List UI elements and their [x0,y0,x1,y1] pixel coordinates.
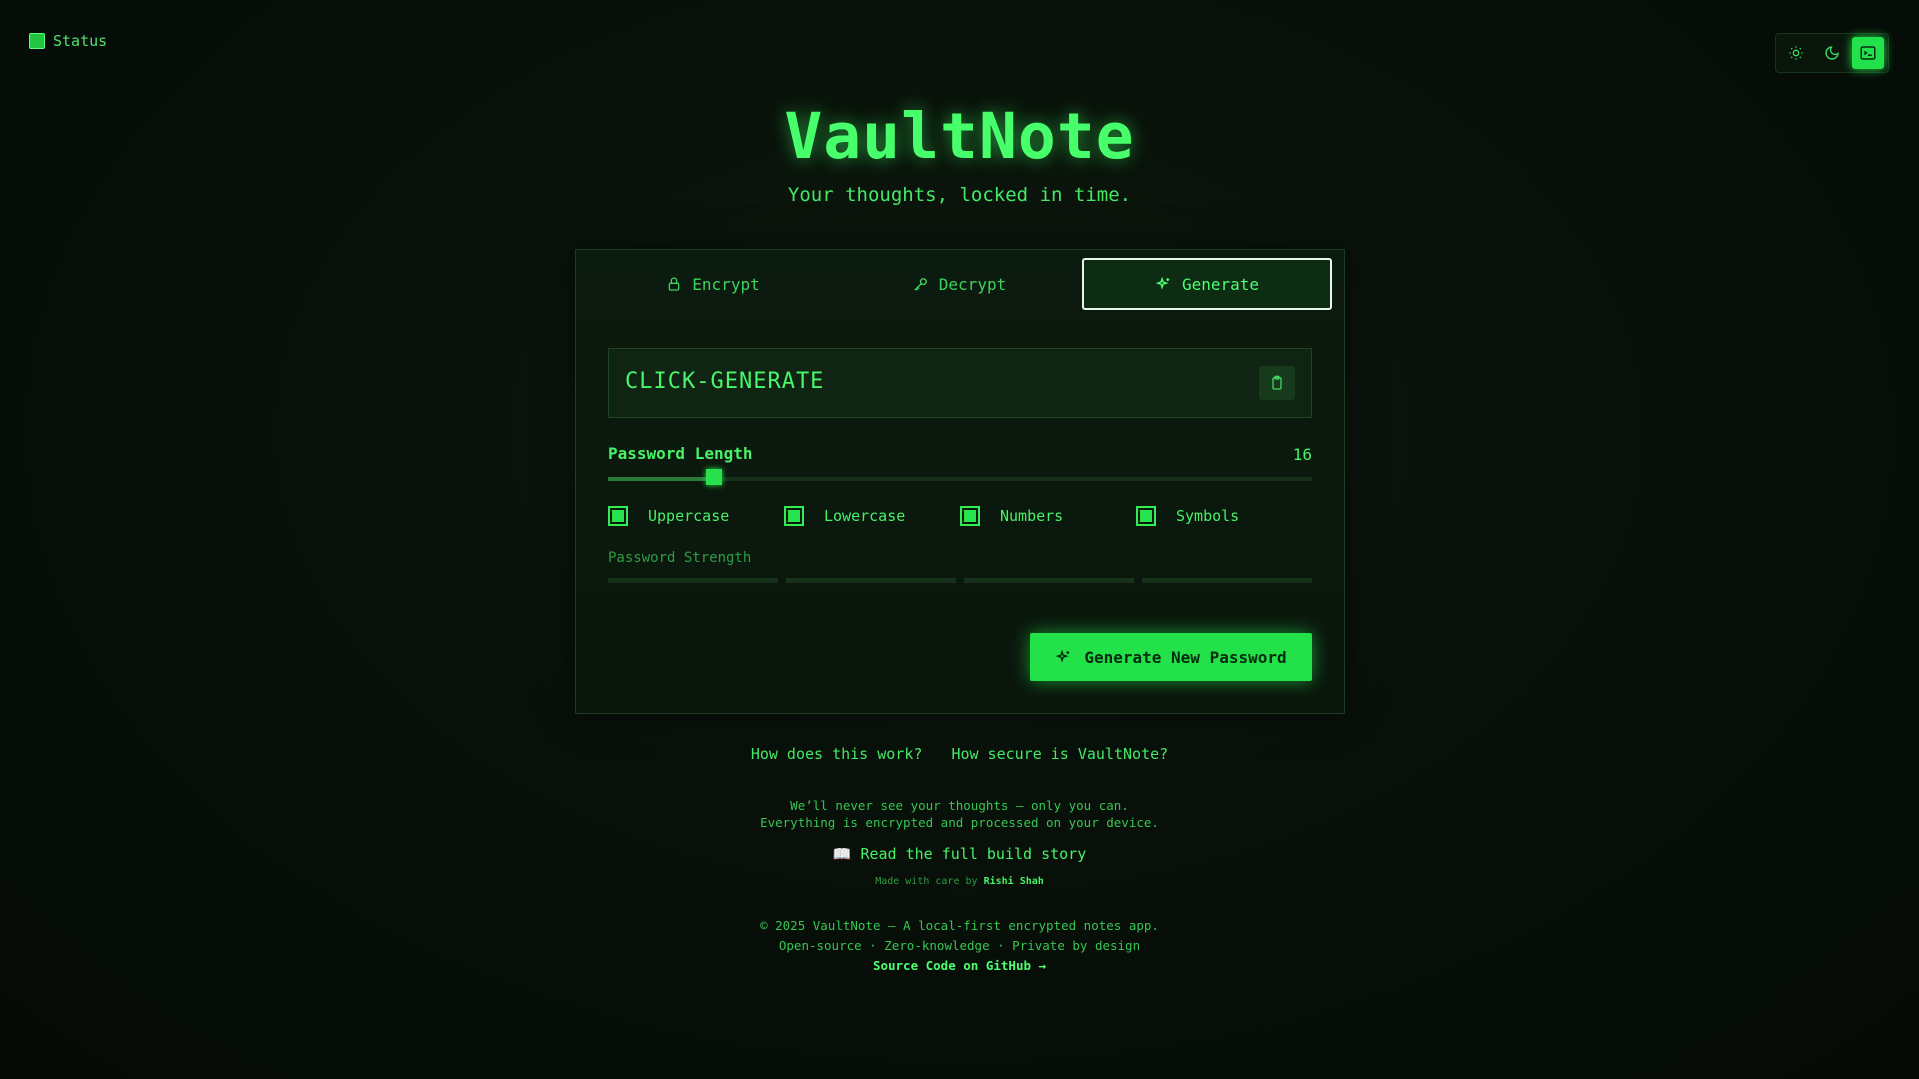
copyright-text: © 2025 VaultNote — A local-first encrypt… [760,918,1159,933]
password-length-value: 16 [1292,445,1312,464]
made-by: Made with care by Rishi Shah [0,876,1919,887]
uppercase-checkbox[interactable] [608,506,628,526]
option-symbols[interactable]: Symbols [1136,506,1312,526]
tab-decrypt[interactable]: Decrypt [836,258,1082,310]
status-indicator[interactable]: Status [29,32,107,50]
theme-switcher [1775,33,1889,73]
uppercase-label: Uppercase [648,507,730,525]
status-label: Status [53,32,108,50]
option-lowercase[interactable]: Lowercase [784,506,960,526]
privacy-line-1: We’ll never see your thoughts — only you… [790,798,1129,813]
made-by-prefix: Made with care by [875,876,978,887]
tab-decrypt-label: Decrypt [938,274,1007,294]
password-output[interactable]: CLICK-GENERATE [608,348,1312,418]
numbers-label: Numbers [1000,507,1064,525]
length-slider[interactable] [608,469,1312,485]
slider-thumb[interactable] [705,469,722,485]
numbers-checkbox[interactable] [960,506,980,526]
clipboard-icon [1272,375,1282,390]
page-subtitle: Your thoughts, locked in time. [787,184,1132,206]
symbols-label: Symbols [1176,507,1240,525]
build-story-label: Read the full build story [860,845,1087,863]
password-length-label: Password Length [608,444,753,463]
tagline-text: Open-source · Zero-knowledge · Private b… [778,938,1141,953]
light-theme-button[interactable] [1780,37,1812,69]
tab-encrypt-label: Encrypt [692,274,760,294]
strength-meter [608,578,1312,583]
moon-icon [1825,46,1839,60]
page-title: VaultNote [784,100,1135,173]
tab-encrypt[interactable]: Encrypt [590,258,836,310]
how-secure-link[interactable]: How secure is VaultNote? [951,745,1168,763]
tab-generate-label: Generate [1181,274,1260,294]
book-icon: 📖 [832,845,852,863]
privacy-notice: We’ll never see your thoughts — only you… [0,797,1919,831]
footer: © 2025 VaultNote — A local-first encrypt… [0,916,1919,976]
strength-bar [608,578,778,583]
strength-bar [786,578,956,583]
generated-password: CLICK-GENERATE [625,369,825,394]
generate-button-label: Generate New Password [1084,647,1287,667]
lowercase-checkbox[interactable] [784,506,804,526]
status-dot [29,33,45,49]
option-numbers[interactable]: Numbers [960,506,1136,526]
copy-button[interactable] [1259,366,1295,400]
privacy-line-2: Everything is encrypted and processed on… [760,815,1159,830]
generator-card: Encrypt Decrypt Generate CLICK-GENERATE … [575,249,1345,714]
password-strength-label: Password Strength [608,550,752,566]
symbols-checkbox[interactable] [1136,506,1156,526]
sparkles-icon [1155,276,1170,290]
tab-generate[interactable]: Generate [1082,258,1332,310]
github-link[interactable]: Source Code on GitHub → [0,956,1919,976]
sun-icon [1789,46,1803,60]
slider-fill [608,477,714,481]
key-icon [914,277,927,291]
sparkles-icon [1055,649,1070,663]
character-options: Uppercase Lowercase Numbers Symbols [608,506,1312,526]
option-uppercase[interactable]: Uppercase [608,506,784,526]
terminal-theme-button[interactable] [1852,37,1884,69]
lock-icon [668,277,680,291]
how-it-works-link[interactable]: How does this work? [751,745,923,763]
lowercase-label: Lowercase [824,507,906,525]
help-links: How does this work? How secure is VaultN… [0,745,1919,763]
generate-password-button[interactable]: Generate New Password [1030,633,1312,681]
dark-theme-button[interactable] [1816,37,1848,69]
strength-bar [1142,578,1312,583]
build-story-link[interactable]: 📖 Read the full build story [0,845,1919,863]
terminal-icon [1860,46,1876,60]
strength-bar [964,578,1134,583]
tab-bar: Encrypt Decrypt Generate [590,258,1332,310]
author-link[interactable]: Rishi Shah [984,876,1044,887]
